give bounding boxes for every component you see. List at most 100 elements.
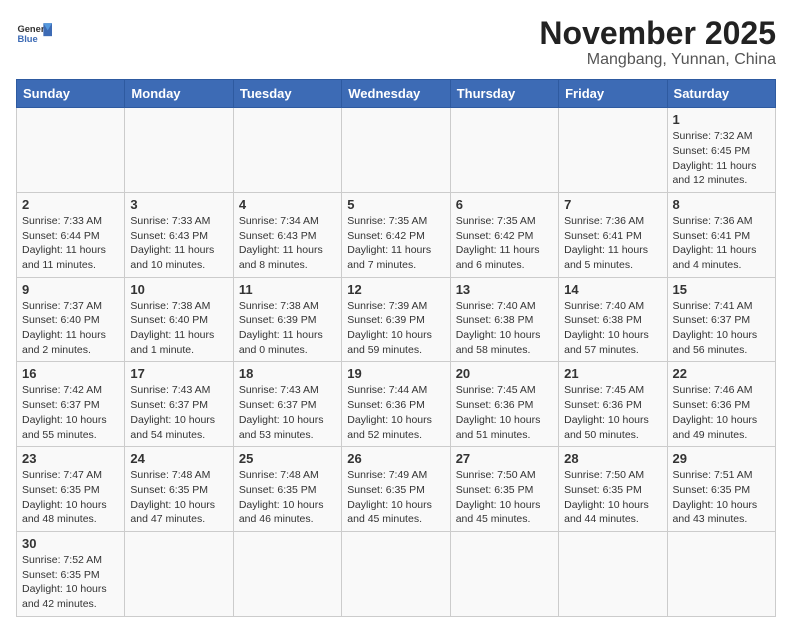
day-info: Sunrise: 7:42 AMSunset: 6:37 PMDaylight:… <box>22 383 119 442</box>
calendar-cell <box>450 108 558 193</box>
calendar-cell: 10Sunrise: 7:38 AMSunset: 6:40 PMDayligh… <box>125 277 233 362</box>
day-number: 12 <box>347 282 444 297</box>
day-info: Sunrise: 7:38 AMSunset: 6:39 PMDaylight:… <box>239 299 336 358</box>
day-number: 18 <box>239 366 336 381</box>
day-info: Sunrise: 7:43 AMSunset: 6:37 PMDaylight:… <box>239 383 336 442</box>
calendar-cell: 12 Sunrise: 7:39 AMSunset: 6:39 PMDayligh… <box>342 277 450 362</box>
calendar-cell: 11 Sunrise: 7:38 AMSunset: 6:39 PMDayligh… <box>233 277 341 362</box>
calendar-week-row: 23Sunrise: 7:47 AMSunset: 6:35 PMDayligh… <box>17 447 776 532</box>
day-number: 8 <box>673 197 770 212</box>
day-info: Sunrise: 7:49 AMSunset: 6:35 PMDaylight:… <box>347 468 444 527</box>
day-number: 24 <box>130 451 227 466</box>
calendar-cell: 7 Sunrise: 7:36 AMSunset: 6:41 PMDaylight… <box>559 192 667 277</box>
day-number: 23 <box>22 451 119 466</box>
calendar-cell: 19 Sunrise: 7:44 AMSunset: 6:36 PMDayligh… <box>342 362 450 447</box>
day-info: Sunrise: 7:44 AMSunset: 6:36 PMDaylight:… <box>347 383 444 442</box>
calendar-cell: 13 Sunrise: 7:40 AMSunset: 6:38 PMDayligh… <box>450 277 558 362</box>
day-info: Sunrise: 7:34 AMSunset: 6:43 PMDaylight:… <box>239 214 336 273</box>
day-info: Sunrise: 7:35 AMSunset: 6:42 PMDaylight:… <box>456 214 553 273</box>
day-number: 21 <box>564 366 661 381</box>
calendar-cell <box>559 531 667 616</box>
calendar-cell: 22 Sunrise: 7:46 AMSunset: 6:36 PMDayligh… <box>667 362 775 447</box>
location-title: Mangbang, Yunnan, China <box>539 51 776 69</box>
day-number: 13 <box>456 282 553 297</box>
calendar-cell: 21Sunrise: 7:45 AMSunset: 6:36 PMDayligh… <box>559 362 667 447</box>
day-number: 17 <box>130 366 227 381</box>
day-info: Sunrise: 7:46 AMSunset: 6:36 PMDaylight:… <box>673 383 770 442</box>
calendar-cell: 6 Sunrise: 7:35 AMSunset: 6:42 PMDaylight… <box>450 192 558 277</box>
calendar-week-row: 9Sunrise: 7:37 AMSunset: 6:40 PMDaylight… <box>17 277 776 362</box>
calendar-cell: 2 Sunrise: 7:33 AMSunset: 6:44 PMDaylight… <box>17 192 125 277</box>
generalblue-logo-icon: General Blue <box>16 16 52 52</box>
day-number: 11 <box>239 282 336 297</box>
svg-text:Blue: Blue <box>17 34 37 44</box>
calendar-cell: 27 Sunrise: 7:50 AMSunset: 6:35 PMDayligh… <box>450 447 558 532</box>
calendar-cell: 1 Sunrise: 7:32 AMSunset: 6:45 PMDaylight… <box>667 108 775 193</box>
calendar-cell <box>450 531 558 616</box>
day-number: 10 <box>130 282 227 297</box>
day-number: 16 <box>22 366 119 381</box>
calendar-cell <box>342 531 450 616</box>
day-number: 28 <box>564 451 661 466</box>
calendar-day-header: Tuesday <box>233 80 341 108</box>
day-number: 19 <box>347 366 444 381</box>
day-number: 30 <box>22 536 119 551</box>
day-number: 7 <box>564 197 661 212</box>
day-number: 6 <box>456 197 553 212</box>
day-number: 27 <box>456 451 553 466</box>
calendar-day-header: Saturday <box>667 80 775 108</box>
day-info: Sunrise: 7:39 AMSunset: 6:39 PMDaylight:… <box>347 299 444 358</box>
day-info: Sunrise: 7:41 AMSunset: 6:37 PMDaylight:… <box>673 299 770 358</box>
calendar-cell <box>559 108 667 193</box>
title-block: November 2025 Mangbang, Yunnan, China <box>539 16 776 69</box>
day-number: 22 <box>673 366 770 381</box>
calendar-cell: 14Sunrise: 7:40 AMSunset: 6:38 PMDayligh… <box>559 277 667 362</box>
day-number: 5 <box>347 197 444 212</box>
calendar-day-header: Friday <box>559 80 667 108</box>
day-number: 1 <box>673 112 770 127</box>
day-info: Sunrise: 7:50 AMSunset: 6:35 PMDaylight:… <box>564 468 661 527</box>
calendar-cell: 18 Sunrise: 7:43 AMSunset: 6:37 PMDayligh… <box>233 362 341 447</box>
month-title: November 2025 <box>539 16 776 51</box>
calendar-cell: 23Sunrise: 7:47 AMSunset: 6:35 PMDayligh… <box>17 447 125 532</box>
day-info: Sunrise: 7:36 AMSunset: 6:41 PMDaylight:… <box>564 214 661 273</box>
day-info: Sunrise: 7:32 AMSunset: 6:45 PMDaylight:… <box>673 129 770 188</box>
day-info: Sunrise: 7:40 AMSunset: 6:38 PMDaylight:… <box>456 299 553 358</box>
day-number: 14 <box>564 282 661 297</box>
calendar-week-row: 16 Sunrise: 7:42 AMSunset: 6:37 PMDayligh… <box>17 362 776 447</box>
day-info: Sunrise: 7:33 AMSunset: 6:44 PMDaylight:… <box>22 214 119 273</box>
logo: General Blue <box>16 16 52 52</box>
day-number: 15 <box>673 282 770 297</box>
day-info: Sunrise: 7:43 AMSunset: 6:37 PMDaylight:… <box>130 383 227 442</box>
day-number: 26 <box>347 451 444 466</box>
calendar-cell: 15 Sunrise: 7:41 AMSunset: 6:37 PMDayligh… <box>667 277 775 362</box>
calendar-cell: 28 Sunrise: 7:50 AMSunset: 6:35 PMDayligh… <box>559 447 667 532</box>
day-info: Sunrise: 7:52 AMSunset: 6:35 PMDaylight:… <box>22 553 119 612</box>
day-number: 9 <box>22 282 119 297</box>
calendar-cell: 5 Sunrise: 7:35 AMSunset: 6:42 PMDaylight… <box>342 192 450 277</box>
day-number: 29 <box>673 451 770 466</box>
day-info: Sunrise: 7:48 AMSunset: 6:35 PMDaylight:… <box>239 468 336 527</box>
calendar-cell: 17 Sunrise: 7:43 AMSunset: 6:37 PMDayligh… <box>125 362 233 447</box>
calendar-cell <box>233 531 341 616</box>
calendar-cell: 26 Sunrise: 7:49 AMSunset: 6:35 PMDayligh… <box>342 447 450 532</box>
calendar-cell: 30 Sunrise: 7:52 AMSunset: 6:35 PMDayligh… <box>17 531 125 616</box>
calendar-cell <box>233 108 341 193</box>
day-number: 25 <box>239 451 336 466</box>
calendar-week-row: 2 Sunrise: 7:33 AMSunset: 6:44 PMDaylight… <box>17 192 776 277</box>
day-info: Sunrise: 7:36 AMSunset: 6:41 PMDaylight:… <box>673 214 770 273</box>
calendar-day-header: Thursday <box>450 80 558 108</box>
calendar-week-row: 30 Sunrise: 7:52 AMSunset: 6:35 PMDayligh… <box>17 531 776 616</box>
calendar-cell <box>667 531 775 616</box>
calendar-cell: 20Sunrise: 7:45 AMSunset: 6:36 PMDayligh… <box>450 362 558 447</box>
day-info: Sunrise: 7:35 AMSunset: 6:42 PMDaylight:… <box>347 214 444 273</box>
day-number: 3 <box>130 197 227 212</box>
day-info: Sunrise: 7:33 AMSunset: 6:43 PMDaylight:… <box>130 214 227 273</box>
day-number: 2 <box>22 197 119 212</box>
calendar-table: SundayMondayTuesdayWednesdayThursdayFrid… <box>16 79 776 617</box>
day-number: 20 <box>456 366 553 381</box>
calendar-day-header: Wednesday <box>342 80 450 108</box>
calendar-day-header: Monday <box>125 80 233 108</box>
calendar-cell: 25 Sunrise: 7:48 AMSunset: 6:35 PMDayligh… <box>233 447 341 532</box>
day-info: Sunrise: 7:50 AMSunset: 6:35 PMDaylight:… <box>456 468 553 527</box>
